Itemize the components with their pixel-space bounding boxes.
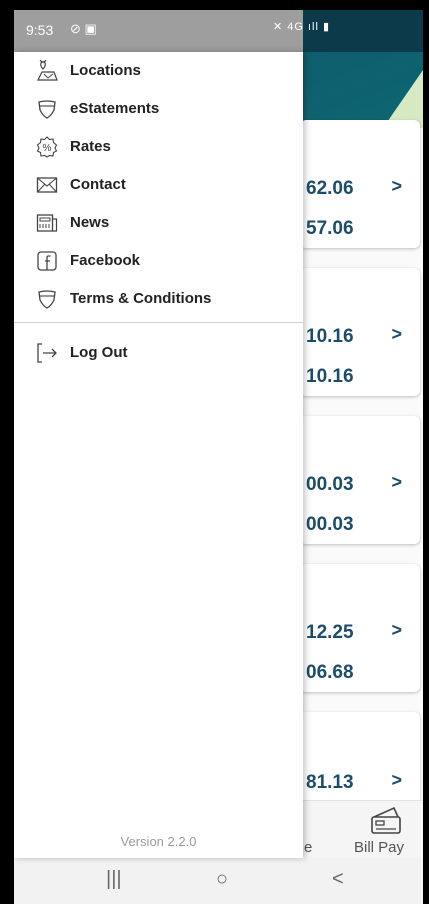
- account-available: 00.03: [306, 514, 354, 535]
- signal-battery-icons: ✕ 4G ıll ▮: [273, 21, 331, 33]
- bill-pay-icon[interactable]: [370, 805, 402, 840]
- chevron-right-icon[interactable]: >: [391, 770, 402, 791]
- account-card[interactable]: 10.16 10.16 >: [300, 268, 420, 396]
- chevron-right-icon[interactable]: >: [391, 472, 402, 493]
- navigation-drawer: Locations eStatements % Rates Contact Ne…: [14, 52, 303, 858]
- menu-item-label: Locations: [70, 62, 141, 79]
- chevron-right-icon[interactable]: >: [391, 176, 402, 197]
- menu-item-estatements[interactable]: eStatements: [14, 90, 303, 128]
- menu-item-terms-conditions[interactable]: Terms & Conditions: [14, 280, 303, 318]
- home-button[interactable]: ○: [216, 868, 228, 891]
- notification-icons: ⊘ ▣: [70, 21, 97, 36]
- chevron-right-icon[interactable]: >: [391, 620, 402, 641]
- menu-item-label: Contact: [70, 176, 126, 193]
- account-balance: 10.16: [306, 326, 354, 347]
- menu-divider: [14, 322, 303, 323]
- shield-icon: [36, 288, 58, 310]
- status-bar: 9:53 ⊘ ▣: [14, 10, 303, 52]
- menu-item-log-out[interactable]: Log Out: [14, 334, 303, 372]
- envelope-icon: [36, 174, 58, 196]
- logout-icon: [36, 342, 58, 364]
- nav-tab-label[interactable]: e: [304, 839, 312, 856]
- nav-tab-bill-pay[interactable]: Bill Pay: [354, 839, 404, 856]
- menu-item-label: Terms & Conditions: [70, 290, 212, 307]
- newspaper-icon: [36, 212, 58, 234]
- menu-item-locations[interactable]: Locations: [14, 52, 303, 90]
- shield-icon: [36, 98, 58, 120]
- menu-item-label: Rates: [70, 138, 111, 155]
- chevron-right-icon[interactable]: >: [391, 324, 402, 345]
- account-balance: 62.06: [306, 178, 354, 199]
- account-card[interactable]: 12.25 06.68 >: [300, 564, 420, 692]
- menu-item-rates[interactable]: % Rates: [14, 128, 303, 166]
- menu-item-label: Facebook: [70, 252, 141, 269]
- account-available: 10.16: [306, 366, 354, 387]
- recent-apps-button[interactable]: |||: [106, 868, 122, 891]
- map-pin-icon: [36, 55, 58, 82]
- account-balance: 00.03: [306, 474, 354, 495]
- facebook-icon: [36, 250, 58, 272]
- svg-text:%: %: [43, 143, 52, 154]
- status-time: 9:53: [26, 22, 54, 38]
- menu-item-facebook[interactable]: Facebook: [14, 242, 303, 280]
- app-version: Version 2.2.0: [120, 834, 197, 849]
- menu-item-news[interactable]: News: [14, 204, 303, 242]
- menu-item-contact[interactable]: Contact: [14, 166, 303, 204]
- menu-item-label: News: [70, 214, 110, 231]
- system-navigation-bar: ||| ○ <: [14, 858, 423, 904]
- log-out-label: Log Out: [70, 344, 128, 361]
- account-available: 57.06: [306, 218, 354, 239]
- account-card[interactable]: 00.03 00.03 >: [300, 416, 420, 544]
- status-bar-right: ✕ 4G ıll ▮: [273, 10, 423, 52]
- back-button[interactable]: <: [332, 868, 344, 891]
- percent-badge-icon: %: [36, 136, 58, 158]
- menu-item-label: eStatements: [70, 100, 160, 117]
- phone-screen: 62.06 57.06 > 10.16 10.16 > 00.03 00.03 …: [14, 10, 423, 904]
- account-card[interactable]: 62.06 57.06 >: [300, 120, 420, 248]
- account-available: 06.68: [306, 662, 354, 683]
- account-balance: 12.25: [306, 622, 354, 643]
- account-balance: 81.13: [306, 772, 354, 793]
